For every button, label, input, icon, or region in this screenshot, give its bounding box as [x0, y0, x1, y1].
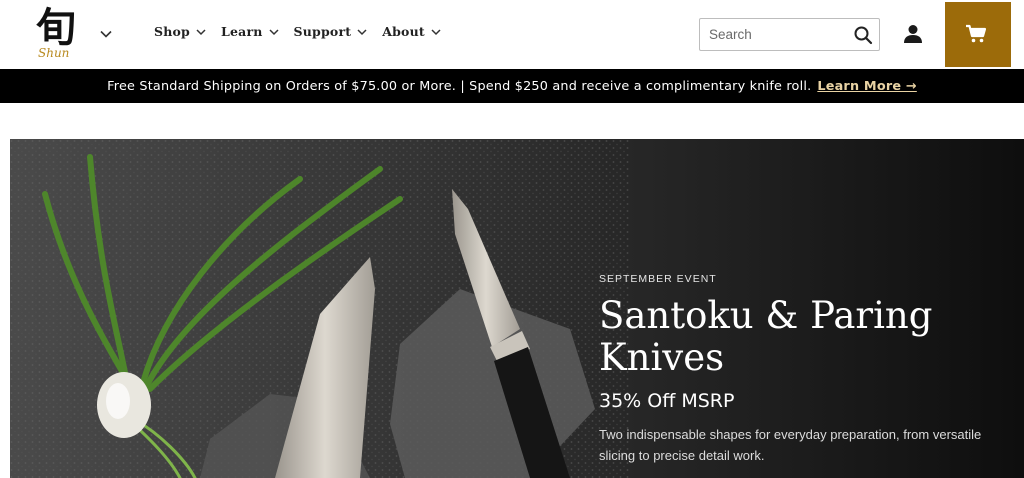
nav-shop[interactable]: Shop: [154, 24, 207, 39]
main-nav: Shop Learn Support About: [154, 24, 456, 39]
logo-menu-chevron-icon[interactable]: [98, 26, 114, 42]
shun-logo[interactable]: 旬 Shun: [34, 3, 82, 63]
hero-subtitle: 35% Off MSRP: [599, 390, 735, 412]
chevron-down-icon: [196, 28, 206, 35]
nav-shop-label: Shop: [154, 24, 190, 39]
hero-description: Two indispensable shapes for everyday pr…: [599, 427, 982, 463]
search-box: [699, 18, 880, 51]
hero-banner[interactable]: SEPTEMBER EVENT Santoku & Paring Knives …: [10, 139, 1024, 478]
logo-kanji: 旬: [36, 4, 76, 51]
nav-about-label: About: [382, 24, 425, 39]
nav-about[interactable]: About: [382, 24, 442, 39]
logo-wordmark: Shun: [38, 46, 69, 60]
search-input[interactable]: [700, 19, 840, 50]
hero-content: SEPTEMBER EVENT Santoku & Paring Knives …: [599, 273, 1019, 466]
hero-title: Santoku & Paring Knives: [599, 294, 933, 379]
chevron-down-icon: [357, 28, 367, 35]
cart-icon: [966, 24, 987, 43]
cart-button[interactable]: [945, 2, 1011, 67]
account-icon[interactable]: [902, 23, 924, 45]
chevron-down-icon: [431, 28, 441, 35]
nav-support-label: Support: [293, 24, 352, 39]
search-icon[interactable]: [853, 25, 873, 45]
learn-more-link[interactable]: Learn More →: [817, 79, 916, 94]
chevron-down-icon: [268, 28, 279, 35]
nav-learn-label: Learn: [221, 24, 263, 39]
site-header: 旬 Shun Shop Learn Support About: [0, 0, 1024, 69]
nav-learn[interactable]: Learn: [221, 24, 280, 39]
hero-eyebrow: SEPTEMBER EVENT: [599, 273, 717, 285]
promo-text: Free Standard Shipping on Orders of $75.…: [107, 78, 812, 94]
nav-support[interactable]: Support: [294, 24, 369, 39]
promo-banner: Free Standard Shipping on Orders of $75.…: [0, 69, 1024, 103]
